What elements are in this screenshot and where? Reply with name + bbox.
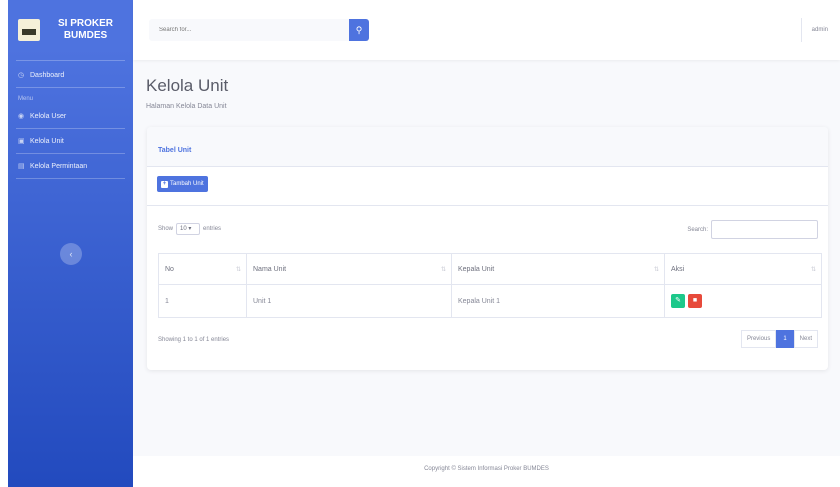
search-button[interactable]: ⚲ (349, 19, 369, 41)
delete-button[interactable]: ■ (687, 294, 702, 308)
show-label: Show (158, 226, 174, 232)
unit-icon: ▣ (18, 137, 25, 145)
page-1-button[interactable]: 1 (776, 330, 794, 348)
unit-table: No ⇅ Nama Unit ⇅ Kepala Unit ⇅ Aksi ⇅ 1 Unit… (158, 253, 822, 318)
cell-nama-unit: Unit 1 (246, 284, 452, 318)
edit-button[interactable]: ✎ (671, 294, 685, 308)
column-header-kepala-unit[interactable]: Kepala Unit ⇅ (451, 253, 665, 285)
brand-text: SI PROKER BUMDES (57, 18, 113, 41)
table-info: Showing 1 to 1 of 1 entries (158, 337, 230, 343)
topbar-divider (800, 18, 802, 42)
sort-icon: ⇅ (440, 267, 446, 273)
sidebar-divider (16, 178, 125, 179)
brand-logo (18, 19, 40, 41)
table-header-row: No ⇅ Nama Unit ⇅ Kepala Unit ⇅ Aksi ⇅ (158, 253, 822, 285)
sidebar-item-kelola-unit[interactable]: ▣ Kelola Unit (8, 129, 133, 153)
cell-no: 1 (158, 284, 247, 318)
sidebar: SI PROKER BUMDES ◷ Dashboard Menu ◉ Kelo… (8, 0, 133, 487)
next-button[interactable]: Next (793, 330, 818, 348)
sidebar-toggle-button[interactable]: ‹ (60, 243, 82, 265)
page-subtitle: Halaman Kelola Data Unit (146, 103, 227, 110)
table-search: Search: (687, 220, 818, 239)
sidebar-item-label: Kelola User (30, 112, 67, 120)
plus-icon: + (161, 180, 168, 188)
sidebar-item-kelola-permintaan[interactable]: ▤ Kelola Permintaan (8, 154, 133, 178)
sort-icon: ⇅ (653, 267, 659, 273)
column-header-no[interactable]: No ⇅ (158, 253, 247, 285)
sidebar-item-label: Kelola Unit (30, 137, 64, 145)
entries-select[interactable]: 10 ▾ (176, 223, 201, 235)
sidebar-item-label: Dashboard (30, 71, 65, 79)
card-divider (147, 205, 828, 206)
user-icon: ◉ (18, 112, 25, 120)
edit-icon: ✎ (675, 297, 681, 304)
sidebar-item-kelola-user[interactable]: ◉ Kelola User (8, 104, 133, 128)
topbar-search: ⚲ (149, 19, 369, 41)
page-title: Kelola Unit (146, 76, 229, 95)
sidebar-item-dashboard[interactable]: ◷ Dashboard (8, 63, 133, 87)
table-search-label: Search: (687, 226, 708, 233)
request-icon: ▤ (18, 162, 25, 170)
sidebar-item-label: Kelola Permintaan (30, 162, 88, 170)
user-name: admin (811, 27, 828, 33)
previous-button[interactable]: Previous (740, 330, 777, 348)
entries-label: entries (203, 226, 222, 232)
cell-kepala-unit: Kepala Unit 1 (451, 284, 665, 318)
topbar-user[interactable]: admin (800, 18, 828, 42)
pagination: Previous 1 Next (740, 330, 818, 348)
dashboard-icon: ◷ (18, 71, 25, 79)
trash-icon: ■ (692, 297, 698, 304)
column-header-aksi[interactable]: Aksi ⇅ (664, 253, 822, 285)
cell-aksi: ✎ ■ (664, 284, 822, 318)
add-unit-label: Tambah Unit (170, 181, 204, 187)
column-header-nama-unit[interactable]: Nama Unit ⇅ (246, 253, 452, 285)
unit-table-card: Tabel Unit + Tambah Unit Show 10 ▾ entri… (147, 127, 828, 370)
topbar: ⚲ admin (133, 0, 840, 60)
sidebar-heading: Menu (18, 96, 34, 102)
table-search-input[interactable] (711, 220, 818, 239)
chevron-left-icon: ‹ (69, 249, 73, 259)
sidebar-divider (16, 60, 125, 61)
sort-icon: ⇅ (810, 267, 816, 273)
content-wrapper: ⚲ admin Kelola Unit Halaman Kelola Data … (133, 0, 840, 487)
card-header: Tabel Unit (147, 127, 828, 167)
brand[interactable]: SI PROKER BUMDES (8, 0, 133, 60)
table-row: 1 Unit 1 Kepala Unit 1 ✎ ■ (158, 284, 822, 318)
search-input[interactable] (149, 19, 349, 41)
sort-icon: ⇅ (235, 267, 241, 273)
footer: Copyright © Sistem Informasi Proker BUMD… (133, 456, 840, 487)
entries-value: 10 (180, 226, 187, 232)
show-entries: Show 10 ▾ entries (158, 223, 221, 235)
search-icon: ⚲ (355, 24, 363, 35)
add-unit-button[interactable]: + Tambah Unit (157, 176, 208, 192)
